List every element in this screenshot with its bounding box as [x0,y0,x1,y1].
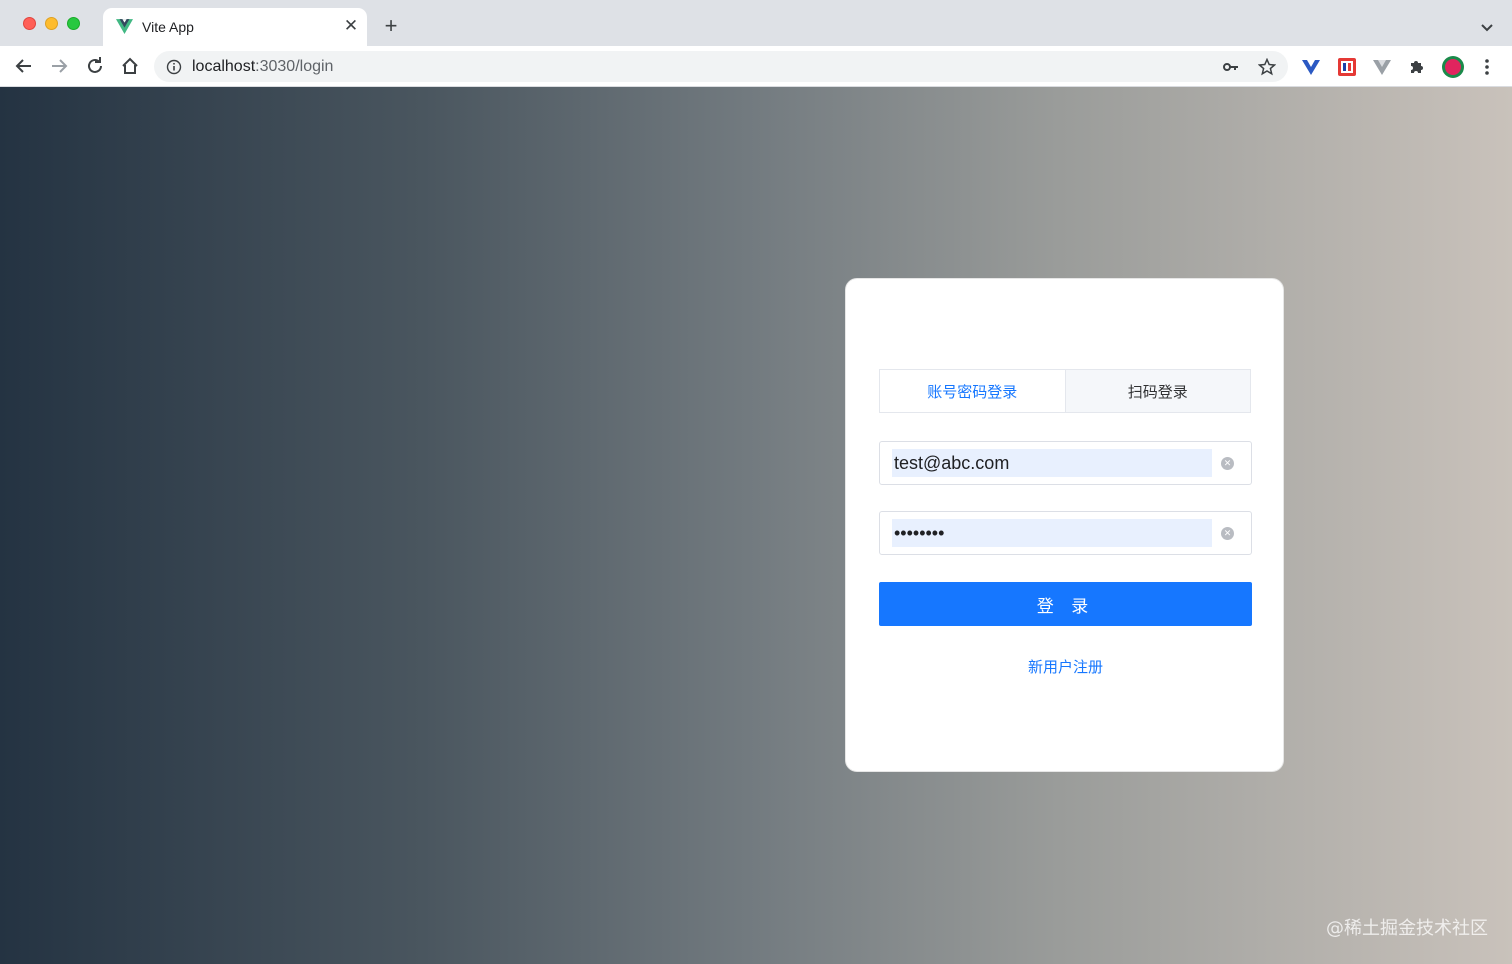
profile-avatar-icon[interactable] [1441,55,1465,79]
vue-devtools-icon[interactable] [1301,57,1321,77]
puzzle-extensions-icon[interactable] [1407,57,1427,77]
password-clear-icon[interactable]: ✕ [1221,527,1234,540]
site-info-icon[interactable] [166,59,182,75]
back-arrow-icon[interactable] [13,55,35,77]
url-path: :3030/login [255,58,334,75]
password-field: ✕ [879,511,1252,555]
browser-toolbar: localhost:3030/login [0,46,1512,87]
email-clear-icon[interactable]: ✕ [1221,457,1234,470]
vite-extension-icon[interactable] [1372,57,1392,77]
home-icon[interactable] [119,55,141,77]
new-tab-button[interactable]: + [380,15,402,37]
reload-icon[interactable] [84,55,106,77]
url-host: localhost [192,58,256,75]
login-tabs: 账号密码登录 扫码登录 [879,369,1251,413]
register-link[interactable]: 新用户注册 [879,656,1252,677]
browser-tab[interactable]: Vite App ✕ [103,8,367,46]
tab-search-chevron-icon[interactable] [1478,18,1496,36]
email-input[interactable] [892,449,1212,477]
password-key-icon[interactable] [1222,58,1240,76]
forward-arrow-icon[interactable] [48,55,70,77]
address-bar[interactable]: localhost:3030/login [154,51,1288,82]
login-card: 账号密码登录 扫码登录 ✕ ✕ 登 录 新用户注册 [845,278,1284,772]
tab-qrcode[interactable]: 扫码登录 [1064,370,1250,412]
tab-close-icon[interactable]: ✕ [341,16,361,36]
tab-account-password[interactable]: 账号密码登录 [880,370,1065,412]
bookmark-star-icon[interactable] [1258,58,1276,76]
window-close-button[interactable] [23,17,36,30]
vue-logo-icon [116,19,133,34]
window-minimize-button[interactable] [45,17,58,30]
chrome-menu-kebab-icon[interactable] [1478,57,1496,77]
window-maximize-button[interactable] [67,17,80,30]
login-button[interactable]: 登 录 [879,582,1252,626]
fe-helper-icon[interactable] [1337,57,1357,77]
email-field: ✕ [879,441,1252,485]
url-text[interactable]: localhost:3030/login [192,58,333,76]
browser-titlebar: Vite App ✕ + [0,0,1512,46]
password-input[interactable] [892,519,1212,547]
page-background: 账号密码登录 扫码登录 ✕ ✕ 登 录 新用户注册 @稀土掘金技术社区 [0,87,1512,964]
tab-title: Vite App [142,19,194,35]
watermark: @稀土掘金技术社区 [1326,918,1488,939]
